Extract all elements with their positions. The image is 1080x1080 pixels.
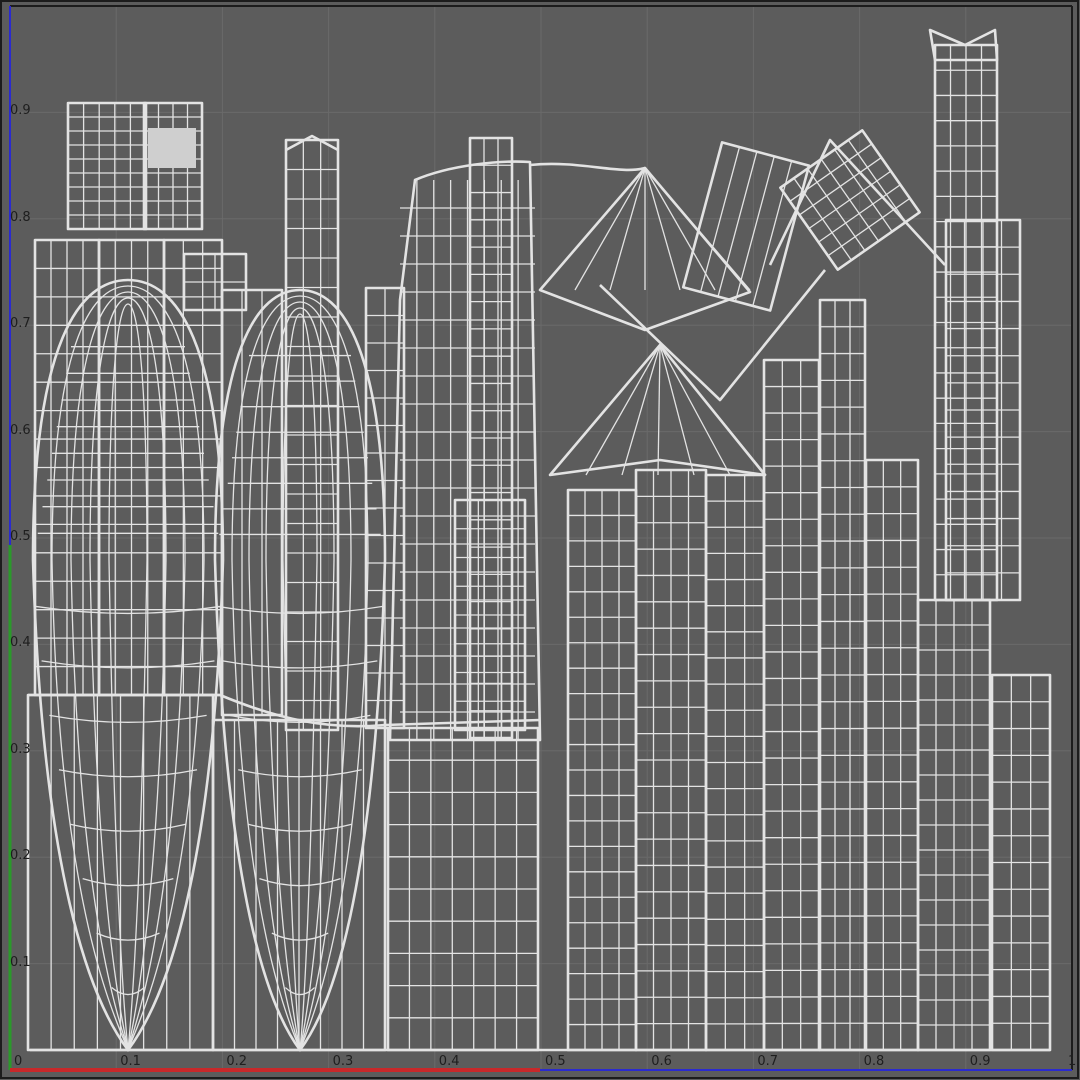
u-tick-label: 0.9 — [969, 1054, 991, 1069]
v-tick-label: 0.3 — [10, 741, 31, 757]
uv-shell-dense-patch — [148, 128, 196, 168]
u-tick-label: 0.8 — [863, 1054, 885, 1069]
uv-editor-viewport[interactable]: 0 0.1 0.2 0.3 0.4 0.5 0.6 0.7 0.8 0.9 1 0.9 0.8 0.7 0… — [0, 0, 1080, 1080]
u-tick-label: 0.2 — [226, 1054, 248, 1069]
u-tick-label: 0 — [14, 1054, 23, 1069]
v-tick-label: 0.1 — [10, 954, 31, 970]
u-tick-label: 1 — [1068, 1054, 1077, 1069]
u-tick-label: 0.4 — [438, 1054, 460, 1069]
v-tick-label: 0.2 — [10, 848, 31, 864]
v-tick-label: 0.8 — [10, 209, 31, 225]
v-tick-label: 0.5 — [10, 529, 31, 544]
v-tick-label: 0.4 — [10, 635, 31, 651]
v-tick-label: 0.9 — [10, 103, 31, 119]
u-tick-label: 0.5 — [545, 1054, 566, 1069]
u-tick-label: 0.7 — [757, 1054, 779, 1069]
v-tick-label: 0.7 — [10, 316, 31, 332]
uv-canvas[interactable] — [0, 0, 1080, 1080]
v-tick-label: 0.6 — [10, 422, 31, 438]
u-tick-label: 0.1 — [120, 1054, 141, 1069]
u-tick-label: 0.6 — [651, 1054, 672, 1069]
u-tick-label: 0.3 — [332, 1054, 354, 1069]
